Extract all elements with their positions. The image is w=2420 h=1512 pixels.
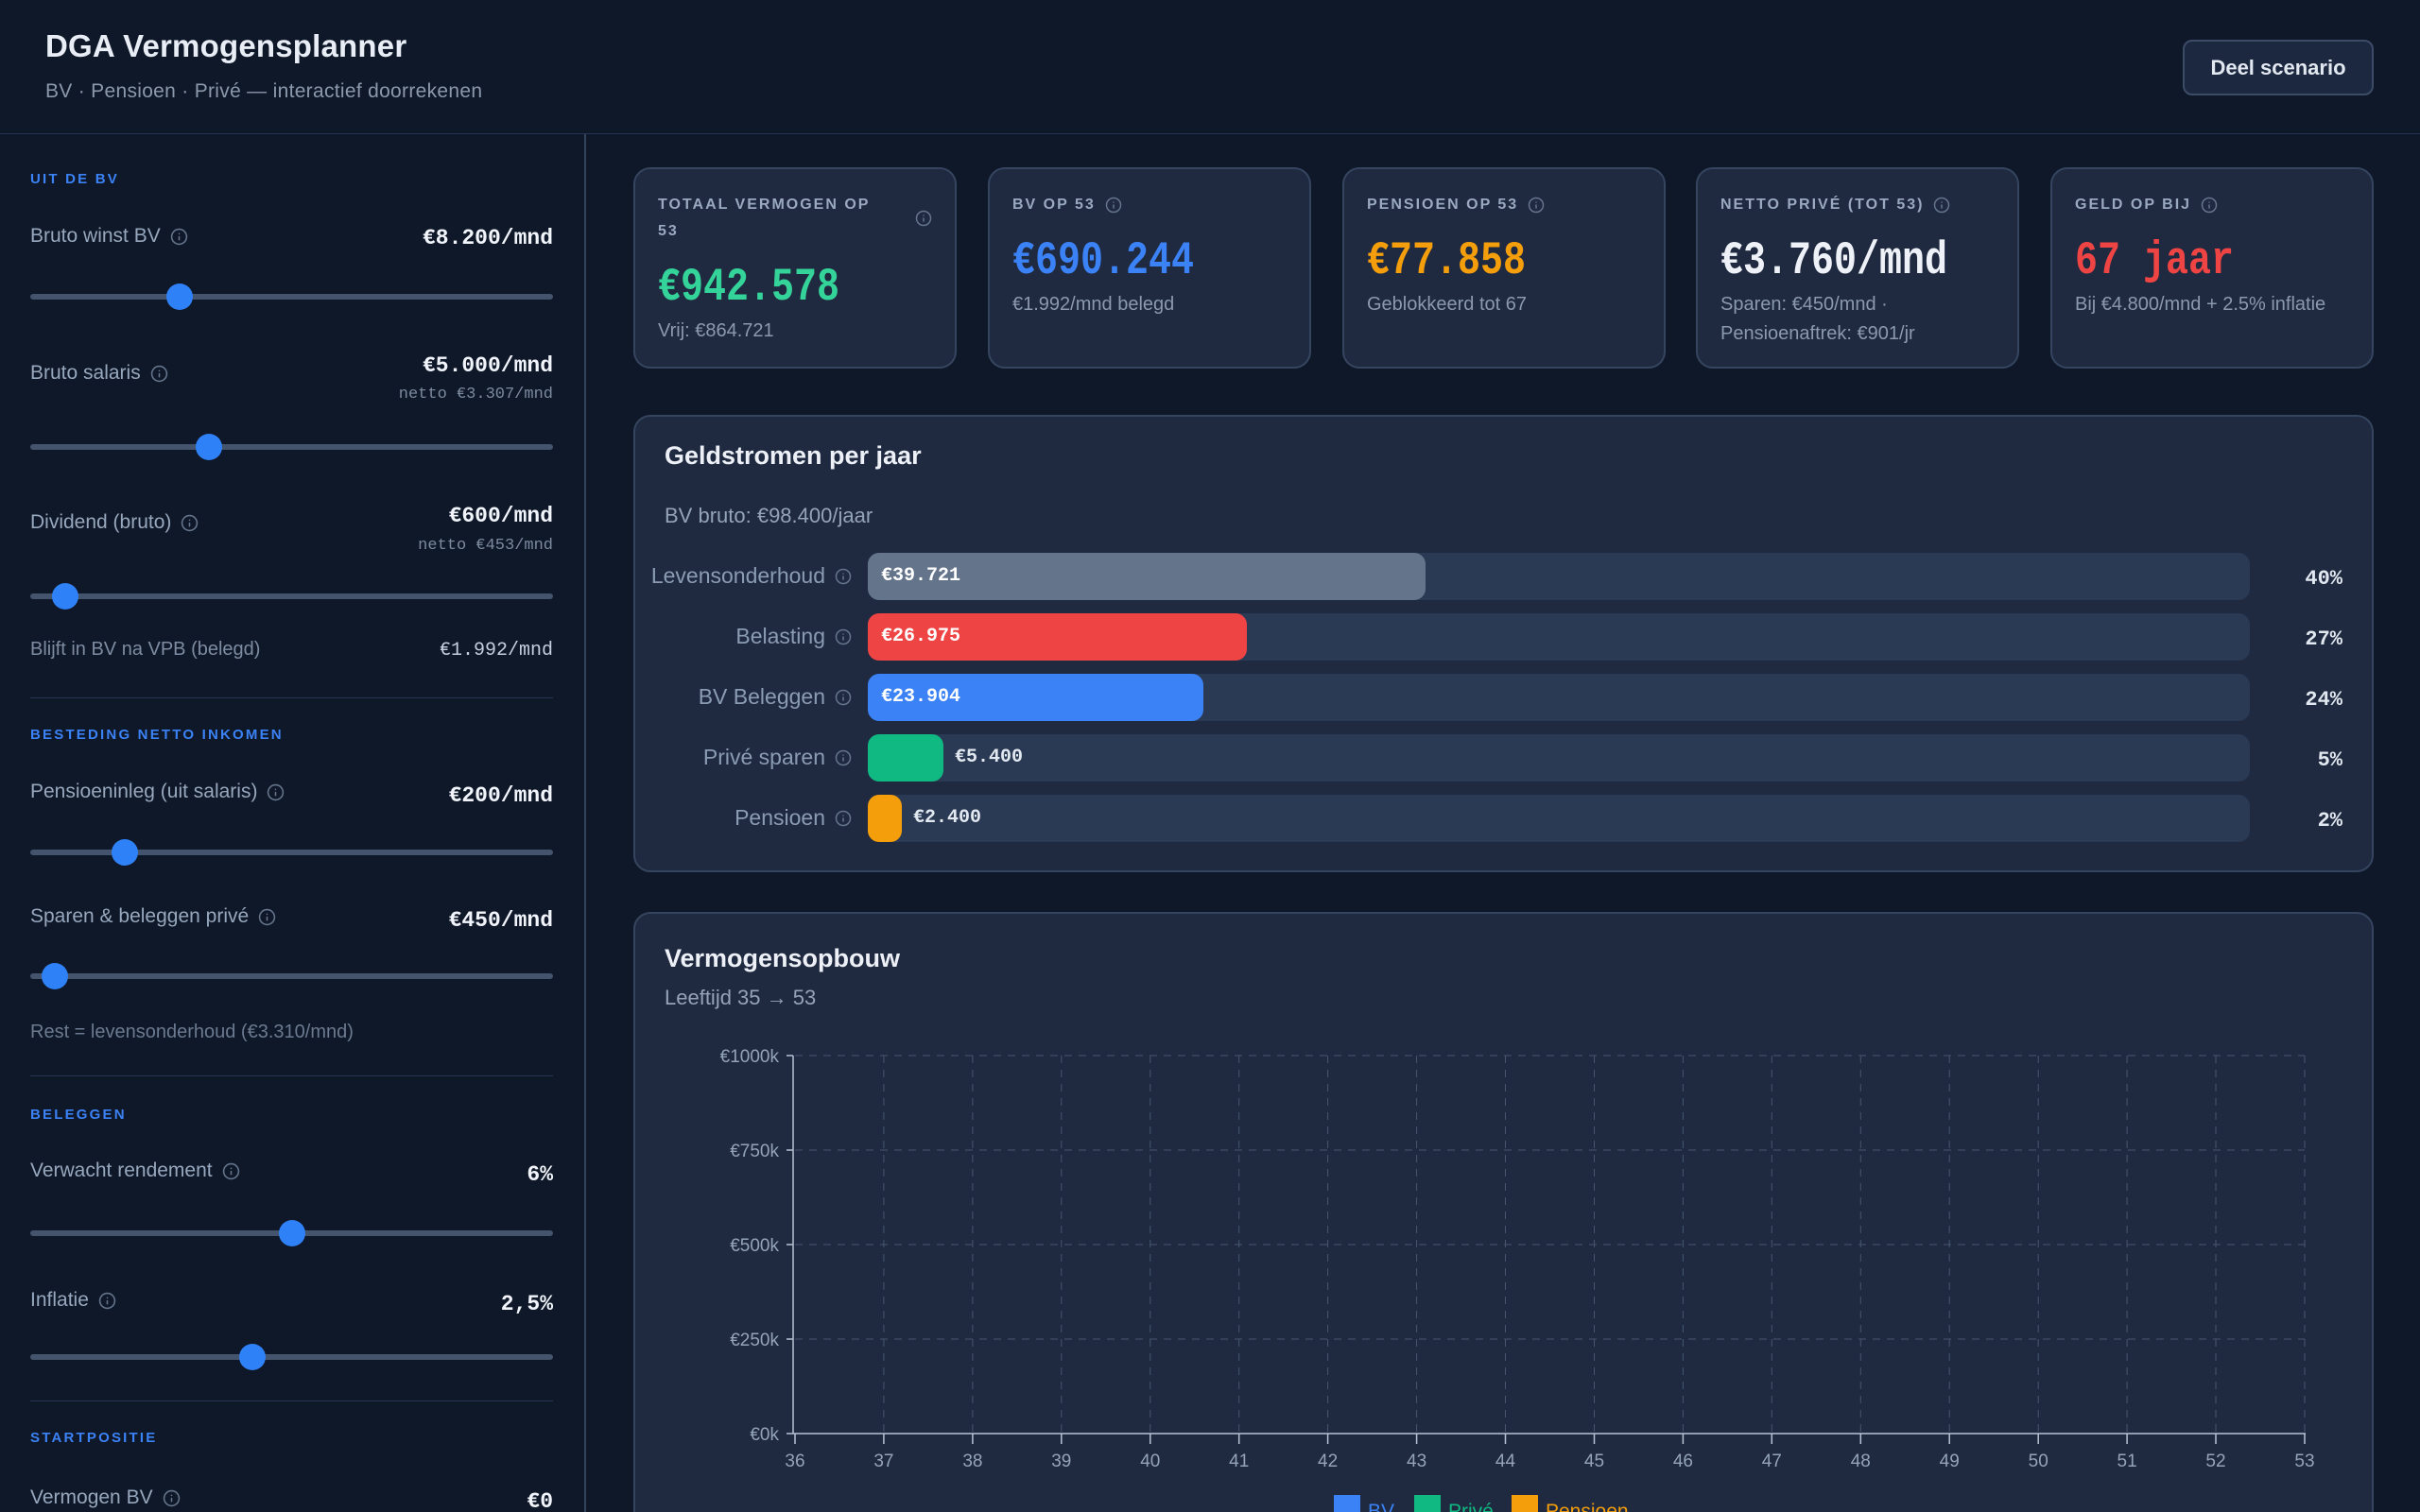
svg-text:37: 37 (873, 1452, 893, 1471)
svg-text:50: 50 (2029, 1452, 2048, 1471)
svg-text:45: 45 (1584, 1452, 1604, 1471)
svg-text:38: 38 (962, 1452, 982, 1471)
svg-text:53: 53 (2294, 1452, 2314, 1471)
svg-text:€0k: €0k (750, 1425, 779, 1445)
svg-text:51: 51 (2118, 1452, 2137, 1471)
svg-text:€1000k: €1000k (720, 1047, 780, 1067)
svg-text:49: 49 (1940, 1452, 1960, 1471)
svg-text:€750k: €750k (730, 1142, 779, 1161)
svg-text:46: 46 (1673, 1452, 1693, 1471)
svg-text:40: 40 (1140, 1452, 1160, 1471)
svg-text:41: 41 (1229, 1452, 1249, 1471)
svg-text:39: 39 (1051, 1452, 1071, 1471)
svg-text:€250k: €250k (730, 1331, 779, 1350)
svg-text:47: 47 (1762, 1452, 1782, 1471)
svg-text:44: 44 (1495, 1452, 1516, 1471)
svg-text:42: 42 (1318, 1452, 1338, 1471)
svg-text:43: 43 (1407, 1452, 1426, 1471)
svg-text:BV: BV (1368, 1501, 1394, 1512)
svg-text:Pensioen: Pensioen (1546, 1501, 1629, 1512)
svg-text:36: 36 (785, 1452, 804, 1471)
svg-text:48: 48 (1851, 1452, 1871, 1471)
svg-text:52: 52 (2205, 1452, 2225, 1471)
svg-text:Privé: Privé (1448, 1501, 1494, 1512)
svg-text:€500k: €500k (730, 1236, 779, 1256)
